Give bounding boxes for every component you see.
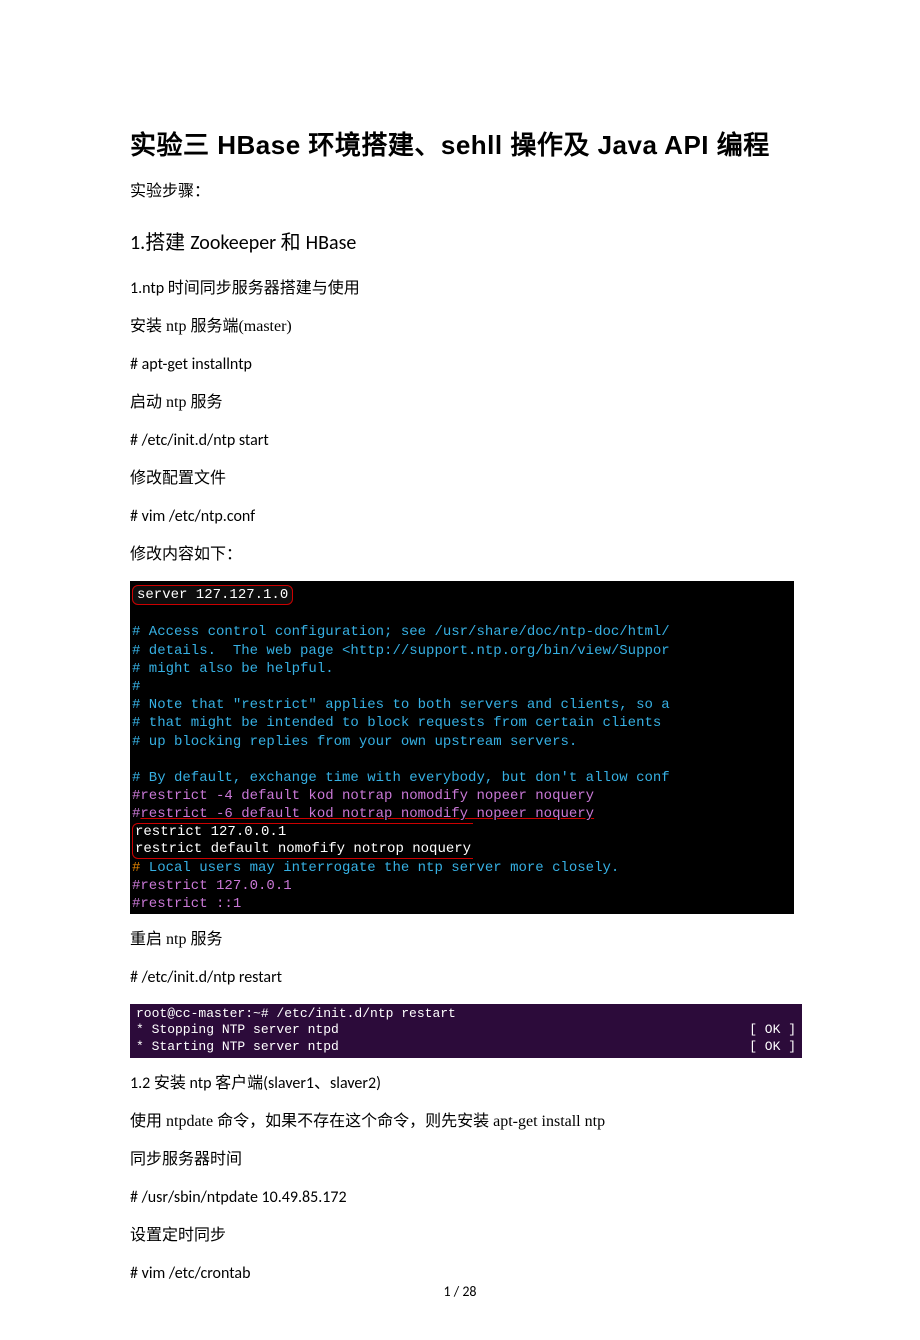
para-cron: 设置定时同步 [130, 1224, 790, 1248]
terminal-restart-output: root@cc-master:~# /etc/init.d/ntp restar… [130, 1004, 802, 1059]
t1-l8: # By default, exchange time with everybo… [132, 770, 670, 786]
para-start-service: 启动 ntp 服务 [130, 391, 790, 415]
para-edit-config: 修改配置文件 [130, 467, 790, 491]
section-cn1: 搭建 [145, 232, 190, 254]
page-title: 实验三 HBase 环境搭建、sehll 操作及 Java API 编程 [130, 125, 790, 162]
t1-l10: Local users may interrogate the ntp serv… [140, 860, 619, 876]
para-install-server: 安装 ntp 服务端(master) [130, 315, 790, 339]
t2-l2-ok: [ OK ] [749, 1022, 796, 1039]
para-ntp-title: 1.ntp 时间同步服务器搭建与使用 [130, 277, 790, 301]
t1-l2: # details. The web page <http://support.… [132, 643, 670, 659]
t2-l3-ok: [ OK ] [749, 1039, 796, 1056]
t1-l9b-under: restrict -6 default kod notrap nomodify … [140, 806, 594, 822]
t2-l3: * Starting NTP server ntpd [136, 1039, 339, 1056]
document-page: 实验三 HBase 环境搭建、sehll 操作及 Java API 编程 实验步… [0, 0, 920, 1340]
para-sync-time: 同步服务器时间 [130, 1148, 790, 1172]
t2-l1: root@cc-master:~# /etc/init.d/ntp restar… [136, 1006, 796, 1023]
terminal-ntp-conf: server 127.127.1.0 # Access control conf… [130, 581, 794, 914]
t1-l1: # Access control configuration; see /usr… [132, 624, 670, 640]
t1-l11: #restrict 127.0.0.1 [132, 878, 292, 894]
para-restart: 重启 ntp 服务 [130, 928, 790, 952]
cmd-vim-conf: # vim /etc/ntp.conf [130, 505, 790, 529]
section-en1: Zookeeper [190, 231, 280, 255]
t1-l4: # [132, 679, 140, 695]
cmd-ntpdate: # /usr/sbin/ntpdate 10.49.85.172 [130, 1186, 790, 1210]
t1-l3: # might also be helpful. [132, 661, 334, 677]
highlight-server-line: server 127.127.1.0 [132, 585, 293, 605]
para-client-heading: 1.2 安装 ntp 客户端(slaver1、slaver2) [130, 1072, 790, 1096]
section-heading-1: 1.搭建 Zookeeper 和 HBase [130, 226, 790, 255]
t2-l2: * Stopping NTP server ntpd [136, 1022, 339, 1039]
highlight-restrict-block: restrict 127.0.0.1 restrict default nomo… [132, 823, 473, 859]
t1-l5: # Note that "restrict" applies to both s… [132, 697, 670, 713]
cmd-ntp-restart: # /etc/init.d/ntp restart [130, 966, 790, 990]
t1-r2: restrict default nomofify notrop noquery [135, 841, 471, 857]
cmd-ntp-start: # /etc/init.d/ntp start [130, 429, 790, 453]
cmd-apt-get: # apt-get installntp [130, 353, 790, 377]
steps-label: 实验步骤： [130, 180, 790, 204]
t2-row-stop: * Stopping NTP server ntpd [ OK ] [136, 1022, 796, 1039]
t1-l9a: #restrict -4 default kod notrap nomodify… [132, 788, 594, 804]
t1-l12: #restrict ::1 [132, 896, 241, 912]
para-ntpdate-desc: 使用 ntpdate 命令，如果不存在这个命令，则先安装 apt-get ins… [130, 1110, 790, 1134]
t1-l7: # up blocking replies from your own upst… [132, 734, 577, 750]
t1-l6: # that might be intended to block reques… [132, 715, 670, 731]
page-number: 1 / 28 [0, 1283, 920, 1300]
para-content-below: 修改内容如下： [130, 543, 790, 567]
section-en2: HBase [306, 231, 357, 255]
section-num: 1. [130, 231, 145, 255]
t1-r1: restrict 127.0.0.1 [135, 824, 286, 840]
t2-row-start: * Starting NTP server ntpd [ OK ] [136, 1039, 796, 1056]
section-cn2: 和 [281, 232, 306, 254]
